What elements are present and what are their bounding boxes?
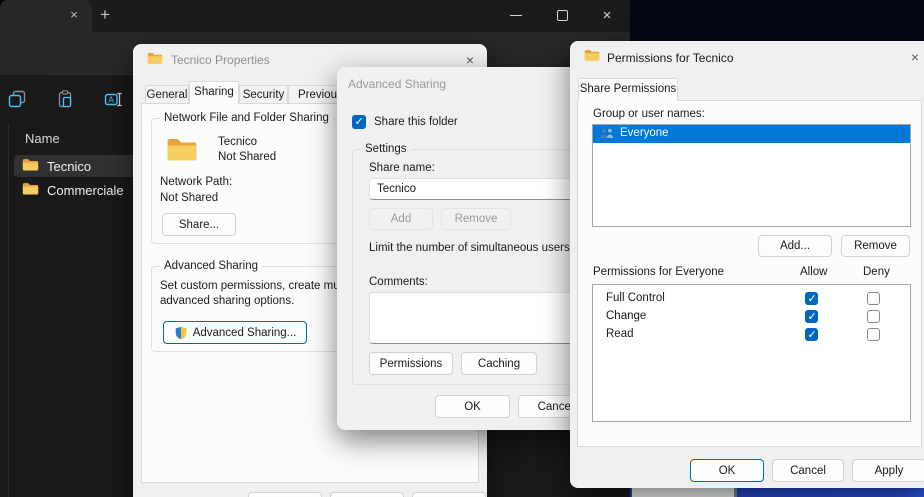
- folder-icon: [22, 158, 39, 175]
- allow-checkbox[interactable]: [805, 292, 818, 305]
- group-user-list[interactable]: Everyone: [592, 124, 911, 227]
- share-this-folder-checkbox[interactable]: [352, 115, 366, 129]
- minimize-icon[interactable]: [510, 15, 522, 16]
- file-name: Tecnico: [47, 159, 91, 174]
- shared-item-name: Tecnico: [218, 136, 257, 148]
- paste-icon[interactable]: [54, 88, 76, 113]
- pane-divider[interactable]: [8, 123, 9, 497]
- share-permissions-page: Group or user names: Everyone Add... Rem…: [577, 100, 922, 447]
- deny-column-header: Deny: [863, 266, 890, 278]
- add-share-button[interactable]: Add: [369, 208, 433, 230]
- rename-icon[interactable]: A: [102, 88, 124, 113]
- limit-users-label: Limit the number of simultaneous users t…: [369, 242, 586, 254]
- group-name: Everyone: [620, 127, 669, 139]
- folder-icon: [147, 52, 163, 68]
- allow-checkbox[interactable]: [805, 328, 818, 341]
- advanced-description-line2: advanced sharing options.: [160, 295, 294, 307]
- comments-textarea[interactable]: [369, 292, 575, 344]
- background-window-edge: [632, 488, 737, 497]
- share-name-label: Share name:: [369, 162, 435, 174]
- window-close-icon[interactable]: ×: [599, 6, 615, 26]
- remove-share-button[interactable]: Remove: [441, 208, 511, 230]
- group-legend: Advanced Sharing: [160, 260, 262, 272]
- share-this-folder-label: Share this folder: [374, 116, 458, 128]
- uac-shield-icon: [174, 326, 188, 340]
- tab-general[interactable]: General: [145, 85, 189, 105]
- permissions-dialog: Permissions for Tecnico × Share Permissi…: [570, 41, 924, 488]
- advanced-sharing-button-label: Advanced Sharing...: [193, 327, 297, 339]
- network-path-value: Not Shared: [160, 192, 218, 204]
- cancel-button[interactable]: Cancel: [772, 459, 844, 482]
- group-legend: Settings: [361, 143, 411, 155]
- file-name: Commerciale: [47, 183, 124, 198]
- permission-name: Read: [606, 328, 634, 340]
- tab-security[interactable]: Security: [239, 85, 288, 105]
- advanced-sharing-dialog: Advanced Sharing Share this folder Setti…: [337, 67, 592, 430]
- permissions-button[interactable]: Permissions: [369, 352, 453, 375]
- tab-share-permissions[interactable]: Share Permissions: [578, 78, 678, 102]
- folder-icon: [166, 137, 198, 166]
- remove-button[interactable]: Remove: [841, 235, 910, 257]
- maximize-icon[interactable]: [557, 10, 568, 21]
- add-button[interactable]: Add...: [758, 235, 832, 257]
- allow-column-header: Allow: [800, 266, 827, 278]
- close-icon[interactable]: ×: [906, 48, 924, 66]
- name-column-header[interactable]: Name: [25, 131, 60, 146]
- footer-button-1[interactable]: [248, 492, 322, 497]
- ok-button[interactable]: OK: [690, 459, 764, 482]
- new-tab-button[interactable]: +: [92, 0, 118, 32]
- explorer-tab-bar: × + ×: [0, 0, 630, 32]
- footer-button-2[interactable]: [330, 492, 404, 497]
- shared-item-status: Not Shared: [218, 151, 276, 163]
- list-item-everyone[interactable]: Everyone: [593, 125, 910, 143]
- permissions-for-label: Permissions for Everyone: [593, 266, 724, 278]
- group-users-icon: [599, 127, 615, 143]
- permission-name: Change: [606, 310, 646, 322]
- tab-sharing[interactable]: Sharing: [189, 81, 239, 105]
- apply-button[interactable]: Apply: [852, 459, 924, 482]
- permissions-list[interactable]: Full Control Change Read: [592, 284, 911, 422]
- folder-icon: [584, 49, 600, 65]
- caching-button[interactable]: Caching: [461, 352, 537, 375]
- ok-button[interactable]: OK: [435, 395, 510, 418]
- share-button[interactable]: Share...: [162, 213, 236, 236]
- comments-label: Comments:: [369, 276, 428, 288]
- settings-group: Settings Share name: Add Remove Limit th…: [352, 149, 584, 385]
- svg-text:A: A: [108, 94, 114, 104]
- group-or-user-names-label: Group or user names:: [593, 108, 705, 120]
- share-name-input[interactable]: [369, 178, 575, 200]
- allow-checkbox[interactable]: [805, 310, 818, 323]
- dialog-title: Permissions for Tecnico: [607, 51, 734, 65]
- folder-icon: [22, 182, 39, 199]
- tab-close-icon[interactable]: ×: [66, 7, 82, 23]
- deny-checkbox[interactable]: [867, 328, 880, 341]
- network-path-label: Network Path:: [160, 176, 232, 188]
- explorer-tab[interactable]: ×: [0, 0, 92, 32]
- dialog-title: Tecnico Properties: [171, 53, 270, 67]
- permission-name: Full Control: [606, 292, 665, 304]
- deny-checkbox[interactable]: [867, 310, 880, 323]
- footer-button-3[interactable]: [412, 492, 486, 497]
- dialog-title: Advanced Sharing: [348, 77, 446, 91]
- deny-checkbox[interactable]: [867, 292, 880, 305]
- advanced-sharing-button[interactable]: Advanced Sharing...: [163, 321, 307, 344]
- group-legend: Network File and Folder Sharing: [160, 112, 333, 124]
- copy-icon[interactable]: [6, 88, 28, 113]
